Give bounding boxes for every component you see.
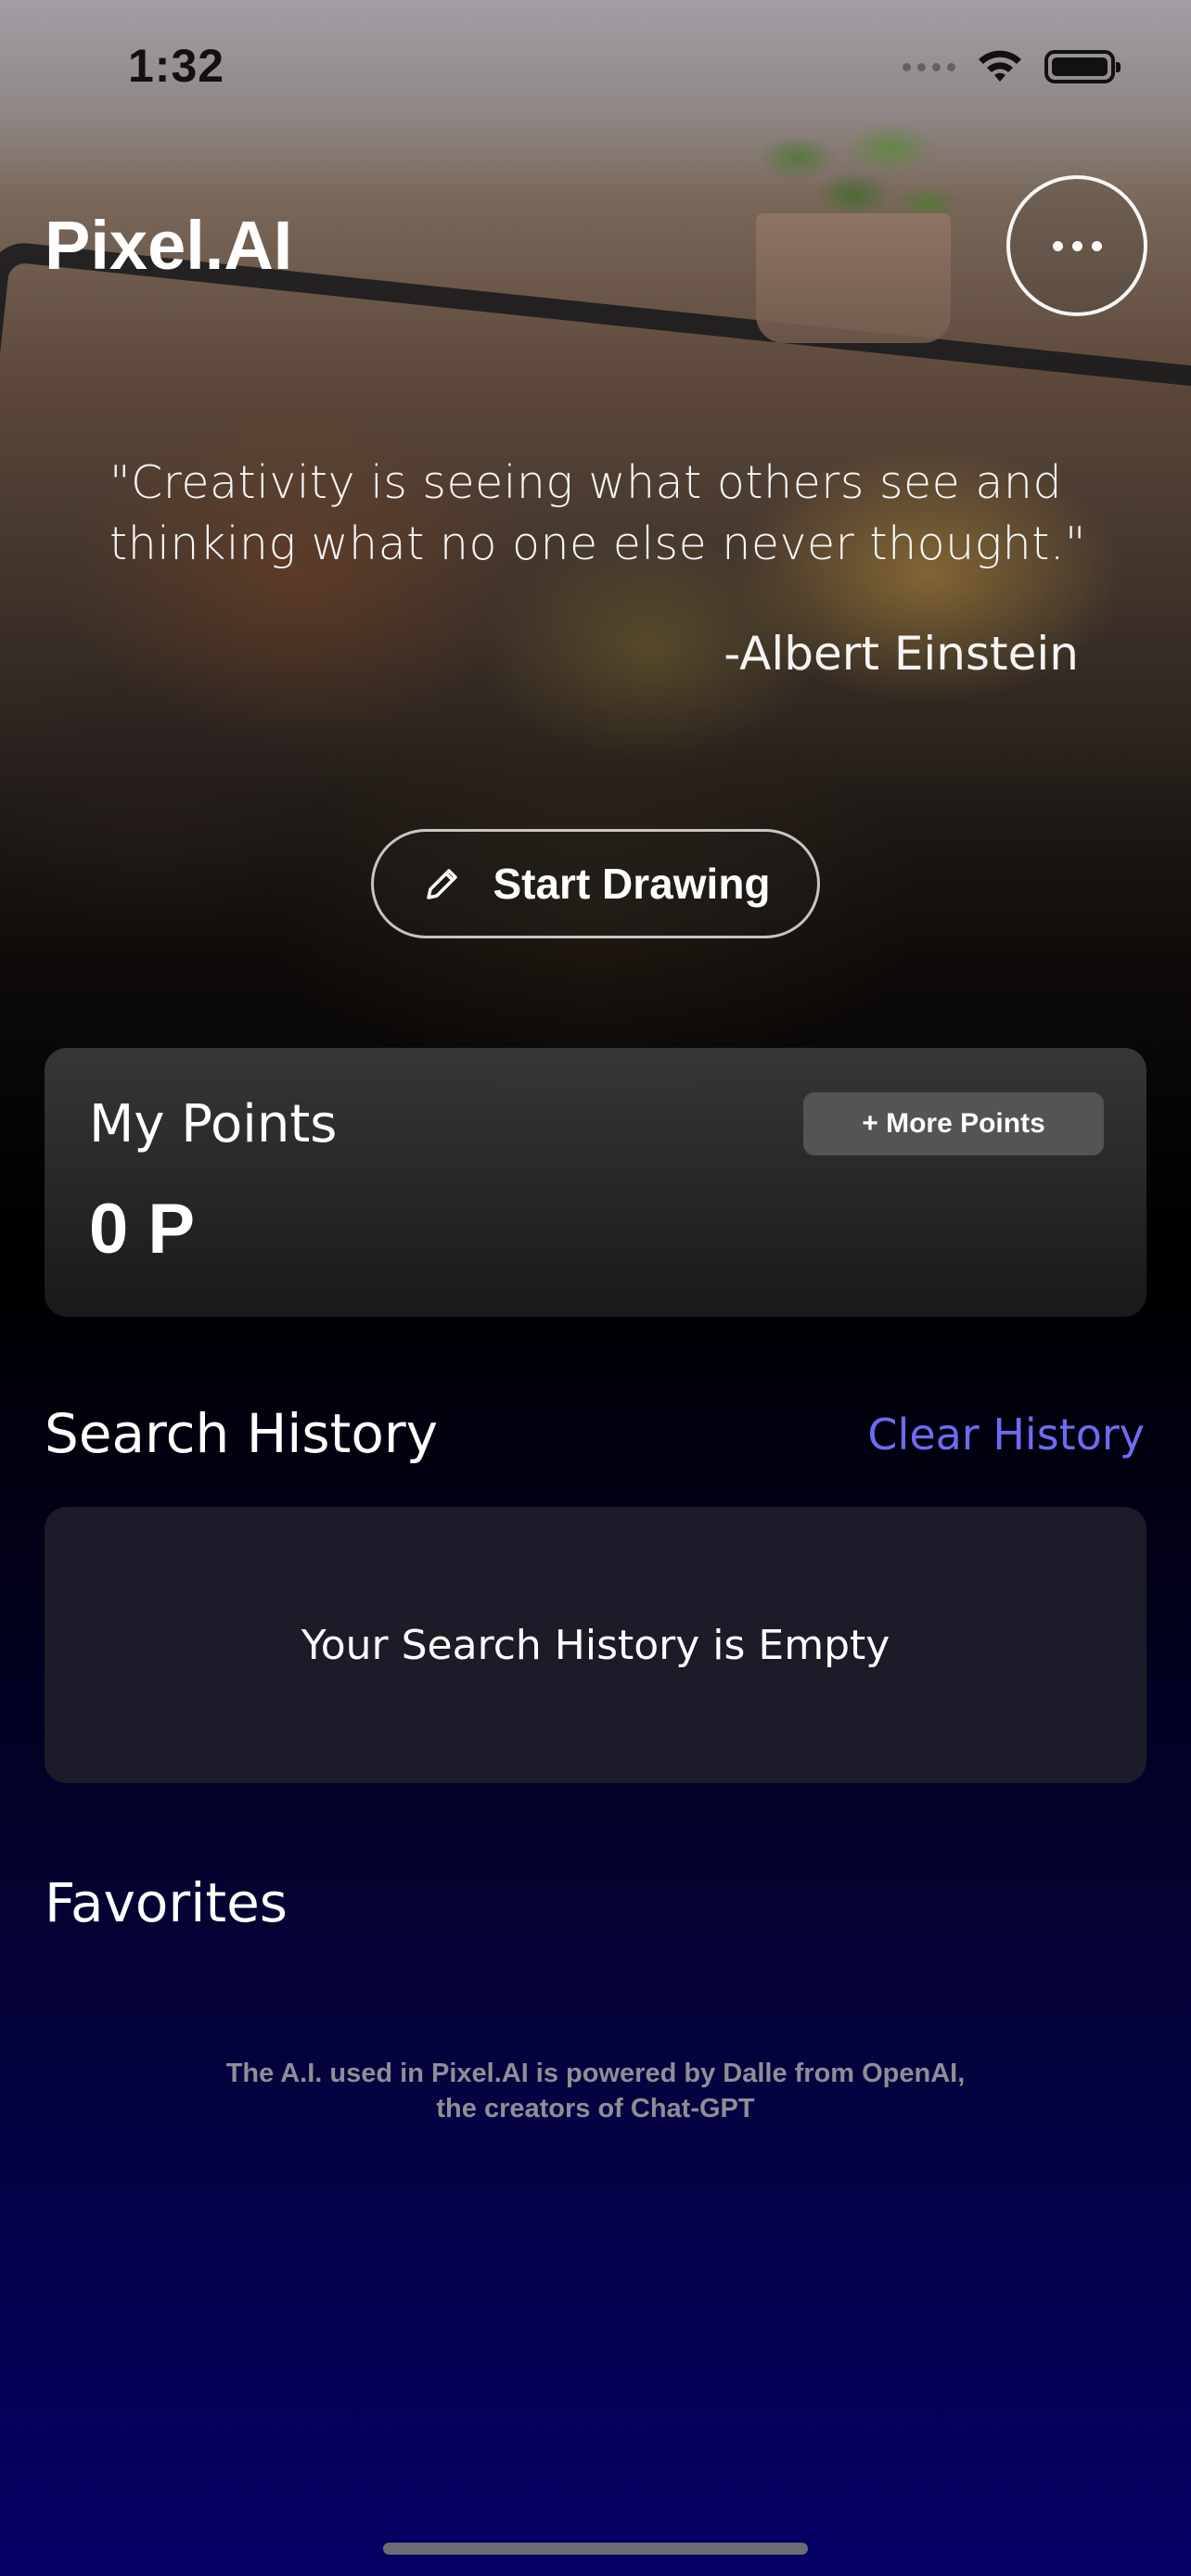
start-drawing-button[interactable]: Start Drawing bbox=[371, 829, 820, 938]
quote-text: "Creativity is seeing what others see an… bbox=[109, 456, 1086, 570]
clear-history-link[interactable]: Clear History bbox=[867, 1409, 1145, 1460]
points-label: My Points bbox=[89, 1094, 338, 1154]
powered-by-note: The A.I. used in Pixel.AI is powered by … bbox=[225, 2059, 966, 2123]
search-history-card: Your Search History is Empty bbox=[45, 1507, 1146, 1783]
search-history-title: Search History bbox=[45, 1402, 439, 1465]
status-icons bbox=[903, 48, 1121, 85]
status-time: 1:32 bbox=[128, 40, 225, 92]
empty-history-message: Your Search History is Empty bbox=[301, 1621, 890, 1669]
more-options-button[interactable] bbox=[1006, 175, 1147, 316]
start-drawing-label: Start Drawing bbox=[493, 860, 771, 908]
points-card: My Points 0 P + More Points bbox=[45, 1048, 1146, 1317]
wifi-icon bbox=[979, 50, 1021, 82]
ellipsis-icon bbox=[1052, 240, 1102, 251]
points-value: 0 P bbox=[89, 1190, 196, 1269]
pencil-icon bbox=[427, 869, 458, 899]
quote-author: -Albert Einstein bbox=[724, 627, 1079, 681]
battery-icon bbox=[1044, 50, 1121, 83]
more-points-button[interactable]: + More Points bbox=[803, 1092, 1104, 1155]
home-indicator bbox=[383, 2543, 808, 2555]
app-title: Pixel.AI bbox=[45, 207, 293, 284]
home-screen: 1:32 Pixel.AI "Creativity is seeing what… bbox=[0, 0, 1191, 2576]
favorites-title: Favorites bbox=[45, 1871, 288, 1934]
signal-dots-icon bbox=[903, 62, 955, 71]
